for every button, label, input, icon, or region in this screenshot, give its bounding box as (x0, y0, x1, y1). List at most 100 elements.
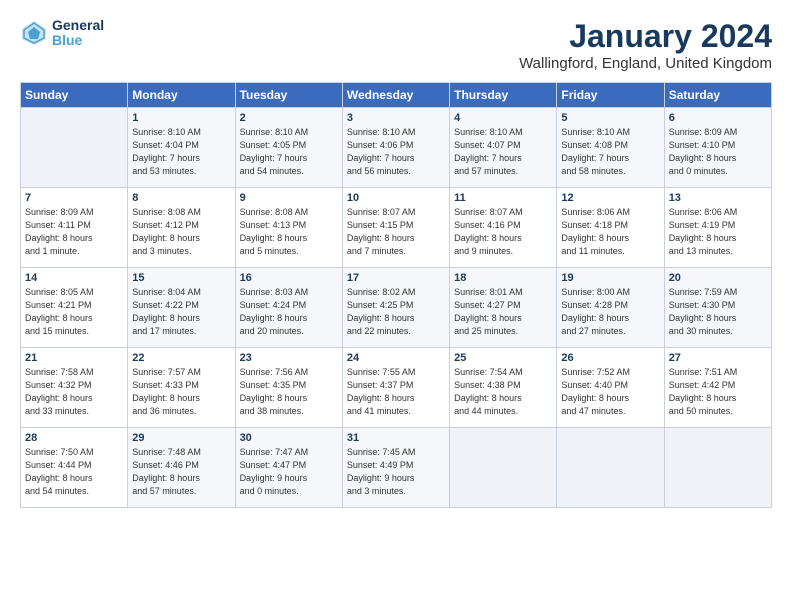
day-number: 25 (454, 352, 552, 364)
day-number: 30 (240, 432, 338, 444)
calendar-cell: 22 Sunrise: 7:57 AMSunset: 4:33 PMDayligh… (128, 348, 235, 428)
day-info: Sunrise: 8:10 AMSunset: 4:08 PMDaylight:… (561, 126, 659, 178)
calendar-cell: 10 Sunrise: 8:07 AMSunset: 4:15 PMDayligh… (342, 188, 449, 268)
day-number: 31 (347, 432, 445, 444)
day-number: 29 (132, 432, 230, 444)
calendar-cell (664, 428, 771, 508)
day-number: 2 (240, 112, 338, 124)
calendar-cell: 25Sunrise: 7:54 AMSunset: 4:38 PMDayligh… (450, 348, 557, 428)
day-info: Sunrise: 8:05 AMSunset: 4:21 PMDaylight:… (25, 286, 123, 338)
day-info: Sunrise: 8:06 AMSunset: 4:19 PMDaylight:… (669, 206, 767, 258)
day-info: Sunrise: 8:06 AMSunset: 4:18 PMDaylight:… (561, 206, 659, 258)
calendar-week-row: 1 Sunrise: 8:10 AMSunset: 4:04 PMDaylight… (21, 108, 772, 188)
day-info: Sunrise: 8:08 AMSunset: 4:12 PMDaylight:… (132, 206, 230, 258)
calendar-cell: 9 Sunrise: 8:08 AMSunset: 4:13 PMDaylight… (235, 188, 342, 268)
day-info: Sunrise: 7:56 AMSunset: 4:35 PMDaylight:… (240, 366, 338, 418)
calendar-cell (21, 108, 128, 188)
calendar-cell: 2 Sunrise: 8:10 AMSunset: 4:05 PMDaylight… (235, 108, 342, 188)
logo-icon (20, 19, 48, 47)
day-info: Sunrise: 7:50 AMSunset: 4:44 PMDaylight:… (25, 446, 123, 498)
day-info: Sunrise: 8:00 AMSunset: 4:28 PMDaylight:… (561, 286, 659, 338)
day-number: 6 (669, 112, 767, 124)
day-info: Sunrise: 8:07 AMSunset: 4:15 PMDaylight:… (347, 206, 445, 258)
calendar-cell: 7Sunrise: 8:09 AMSunset: 4:11 PMDaylight… (21, 188, 128, 268)
day-info: Sunrise: 8:10 AMSunset: 4:04 PMDaylight:… (132, 126, 230, 178)
calendar-week-row: 21 Sunrise: 7:58 AMSunset: 4:32 PMDayligh… (21, 348, 772, 428)
day-of-week-header: Wednesday (342, 83, 449, 108)
day-info: Sunrise: 8:03 AMSunset: 4:24 PMDaylight:… (240, 286, 338, 338)
day-info: Sunrise: 8:10 AMSunset: 4:05 PMDaylight:… (240, 126, 338, 178)
day-number: 1 (132, 112, 230, 124)
calendar-week-row: 14 Sunrise: 8:05 AMSunset: 4:21 PMDayligh… (21, 268, 772, 348)
day-of-week-header: Saturday (664, 83, 771, 108)
calendar-cell: 23Sunrise: 7:56 AMSunset: 4:35 PMDayligh… (235, 348, 342, 428)
calendar-cell: 26Sunrise: 7:52 AMSunset: 4:40 PMDayligh… (557, 348, 664, 428)
day-number: 18 (454, 272, 552, 284)
calendar-cell: 8Sunrise: 8:08 AMSunset: 4:12 PMDaylight… (128, 188, 235, 268)
calendar-cell: 14 Sunrise: 8:05 AMSunset: 4:21 PMDayligh… (21, 268, 128, 348)
day-info: Sunrise: 8:02 AMSunset: 4:25 PMDaylight:… (347, 286, 445, 338)
day-info: Sunrise: 8:09 AMSunset: 4:10 PMDaylight:… (669, 126, 767, 178)
calendar-cell: 12Sunrise: 8:06 AMSunset: 4:18 PMDayligh… (557, 188, 664, 268)
day-number: 11 (454, 192, 552, 204)
month-title: January 2024 (519, 18, 772, 55)
day-info: Sunrise: 7:55 AMSunset: 4:37 PMDaylight:… (347, 366, 445, 418)
day-info: Sunrise: 8:04 AMSunset: 4:22 PMDaylight:… (132, 286, 230, 338)
day-info: Sunrise: 8:09 AMSunset: 4:11 PMDaylight:… (25, 206, 123, 258)
day-number: 21 (25, 352, 123, 364)
day-number: 27 (669, 352, 767, 364)
day-info: Sunrise: 7:59 AMSunset: 4:30 PMDaylight:… (669, 286, 767, 338)
calendar-cell (450, 428, 557, 508)
day-number: 3 (347, 112, 445, 124)
calendar-cell: 6 Sunrise: 8:09 AMSunset: 4:10 PMDaylight… (664, 108, 771, 188)
calendar-cell: 30 Sunrise: 7:47 AMSunset: 4:47 PMDayligh… (235, 428, 342, 508)
day-number: 22 (132, 352, 230, 364)
calendar-cell: 4 Sunrise: 8:10 AMSunset: 4:07 PMDaylight… (450, 108, 557, 188)
day-number: 26 (561, 352, 659, 364)
day-info: Sunrise: 8:10 AMSunset: 4:06 PMDaylight:… (347, 126, 445, 178)
page-header: General Blue January 2024 Wallingford, E… (20, 18, 772, 72)
day-number: 19 (561, 272, 659, 284)
calendar-cell: 1 Sunrise: 8:10 AMSunset: 4:04 PMDaylight… (128, 108, 235, 188)
day-of-week-header: Sunday (21, 83, 128, 108)
calendar-cell: 31Sunrise: 7:45 AMSunset: 4:49 PMDayligh… (342, 428, 449, 508)
day-info: Sunrise: 7:57 AMSunset: 4:33 PMDaylight:… (132, 366, 230, 418)
day-info: Sunrise: 7:47 AMSunset: 4:47 PMDaylight:… (240, 446, 338, 498)
calendar-cell (557, 428, 664, 508)
day-number: 24 (347, 352, 445, 364)
logo: General Blue (20, 18, 104, 49)
calendar-cell: 18 Sunrise: 8:01 AMSunset: 4:27 PMDayligh… (450, 268, 557, 348)
day-info: Sunrise: 8:10 AMSunset: 4:07 PMDaylight:… (454, 126, 552, 178)
location: Wallingford, England, United Kingdom (519, 55, 772, 72)
calendar-cell: 29 Sunrise: 7:48 AMSunset: 4:46 PMDayligh… (128, 428, 235, 508)
day-number: 10 (347, 192, 445, 204)
day-info: Sunrise: 8:01 AMSunset: 4:27 PMDaylight:… (454, 286, 552, 338)
logo-text: General Blue (52, 18, 104, 49)
day-of-week-header: Friday (557, 83, 664, 108)
day-of-week-header: Thursday (450, 83, 557, 108)
day-info: Sunrise: 8:08 AMSunset: 4:13 PMDaylight:… (240, 206, 338, 258)
day-number: 20 (669, 272, 767, 284)
calendar-cell: 5 Sunrise: 8:10 AMSunset: 4:08 PMDaylight… (557, 108, 664, 188)
title-block: January 2024 Wallingford, England, Unite… (519, 18, 772, 72)
day-info: Sunrise: 7:48 AMSunset: 4:46 PMDaylight:… (132, 446, 230, 498)
calendar-body: 1 Sunrise: 8:10 AMSunset: 4:04 PMDaylight… (21, 108, 772, 508)
page-container: General Blue January 2024 Wallingford, E… (0, 0, 792, 518)
day-number: 14 (25, 272, 123, 284)
day-number: 15 (132, 272, 230, 284)
calendar-cell: 17 Sunrise: 8:02 AMSunset: 4:25 PMDayligh… (342, 268, 449, 348)
day-number: 28 (25, 432, 123, 444)
day-number: 9 (240, 192, 338, 204)
calendar-week-row: 28 Sunrise: 7:50 AMSunset: 4:44 PMDayligh… (21, 428, 772, 508)
calendar-cell: 21 Sunrise: 7:58 AMSunset: 4:32 PMDayligh… (21, 348, 128, 428)
calendar-week-row: 7Sunrise: 8:09 AMSunset: 4:11 PMDaylight… (21, 188, 772, 268)
day-number: 17 (347, 272, 445, 284)
calendar-header-row: SundayMondayTuesdayWednesdayThursdayFrid… (21, 83, 772, 108)
day-number: 13 (669, 192, 767, 204)
day-number: 5 (561, 112, 659, 124)
calendar-cell: 11Sunrise: 8:07 AMSunset: 4:16 PMDayligh… (450, 188, 557, 268)
day-number: 16 (240, 272, 338, 284)
calendar-cell: 3 Sunrise: 8:10 AMSunset: 4:06 PMDaylight… (342, 108, 449, 188)
day-info: Sunrise: 7:58 AMSunset: 4:32 PMDaylight:… (25, 366, 123, 418)
day-number: 4 (454, 112, 552, 124)
